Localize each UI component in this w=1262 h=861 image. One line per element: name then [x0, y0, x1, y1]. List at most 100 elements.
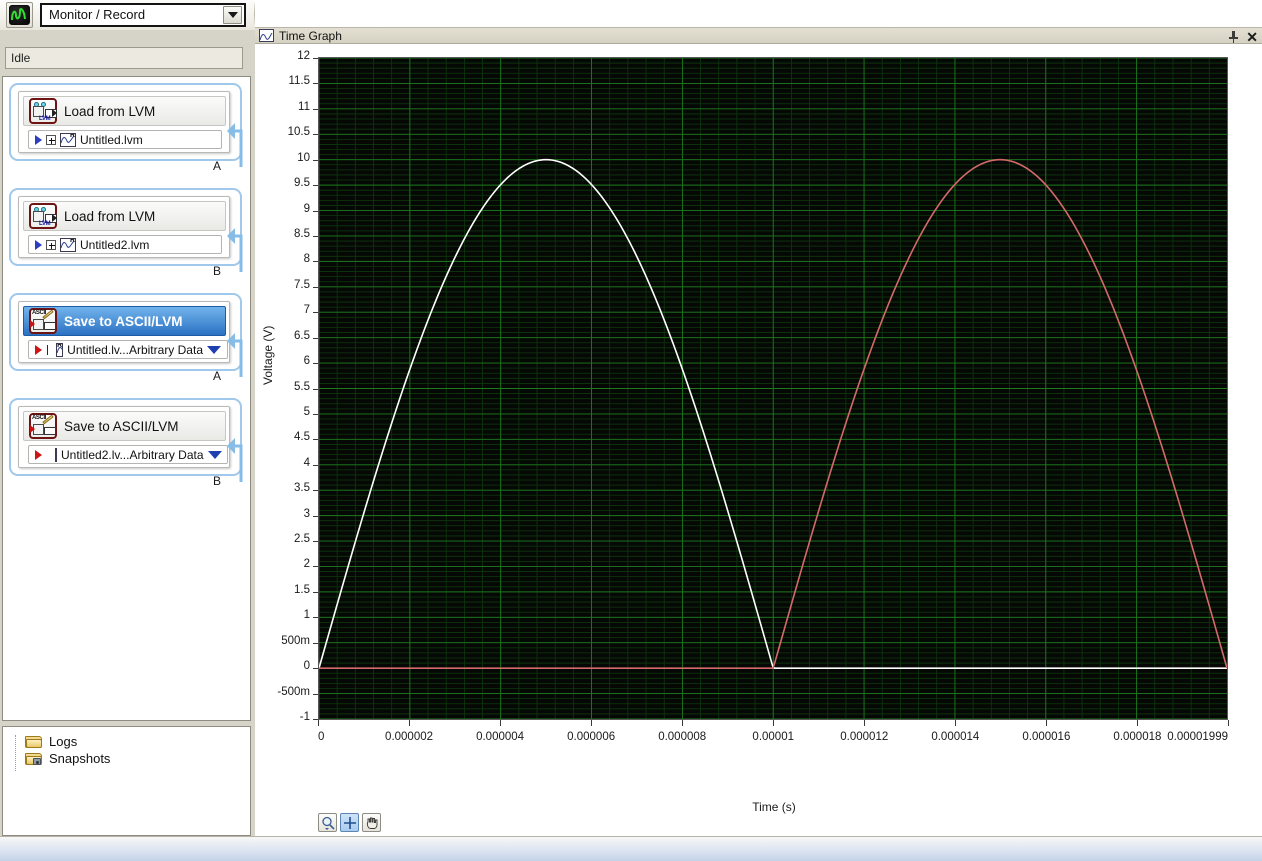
load-lvm-icon: LVM	[29, 98, 57, 124]
step-header[interactable]: LVM Load from LVM	[23, 201, 226, 231]
x-axis-label: Time (s)	[752, 800, 796, 814]
step-connector-arrow-icon	[221, 216, 243, 274]
plot-canvas	[319, 58, 1227, 719]
magnifier-icon[interactable]	[318, 813, 337, 832]
y-axis-tick-label: -500m	[277, 685, 310, 698]
step-connector-arrow-icon	[221, 321, 243, 379]
y-axis: Voltage (V) 12 11.5 11 10.5 10 9.5 9 8.5 8 7.5 7 6.…	[255, 0, 318, 723]
y-axis-tick-label: 9.5	[294, 177, 310, 190]
step-connector-arrow-icon	[221, 111, 243, 169]
pin-icon[interactable]	[1229, 30, 1239, 43]
step-data-row[interactable]: R Untitled.lv...Arbitrary Data	[28, 340, 228, 359]
step-card[interactable]: ASCII Save to ASCII/LVM	[18, 301, 230, 363]
graph-window-titlebar: Time Graph ✕	[255, 27, 1262, 44]
play-arrow-red-icon[interactable]	[35, 344, 42, 355]
step-connector-label: B	[212, 264, 221, 278]
step-data-row[interactable]: R Untitled2.lvm	[28, 235, 222, 254]
folder-camera-icon	[25, 752, 43, 766]
step-header[interactable]: LVM Load from LVM	[23, 96, 226, 126]
step-data-label: Untitled.lvm	[80, 132, 143, 147]
x-axis-tick-mark	[409, 720, 411, 726]
y-axis-tick-label: 3	[303, 507, 310, 520]
y-axis-tick-label: 11.5	[288, 75, 310, 88]
chevron-down-icon[interactable]	[207, 345, 221, 354]
y-axis-tick-label: -1	[299, 711, 310, 723]
y-axis-tick-label: 1	[303, 609, 310, 622]
step-data-label: Untitled2.lvm	[80, 237, 150, 252]
app-logo-button[interactable]	[6, 2, 33, 28]
step-data-row[interactable]: R Untitled2.lv...Arbitrary Data	[28, 445, 228, 464]
y-axis-tick-label: 8.5	[294, 227, 310, 240]
chevron-down-icon[interactable]	[223, 6, 242, 24]
x-axis-tick-mark	[1046, 720, 1048, 726]
step-data-row[interactable]: R Untitled.lvm	[28, 130, 222, 149]
step-title: Load from LVM	[64, 208, 156, 224]
x-axis: 0 0.000002 0.000004 0.000006 0.000008 0.00001…	[318, 720, 1230, 760]
step-item[interactable]: ASCII Save to ASCII/LVM	[9, 293, 245, 383]
waveform-logo-icon	[9, 5, 30, 25]
x-axis-tick-label: 0.000006	[567, 731, 616, 743]
load-lvm-icon: LVM	[29, 203, 57, 229]
status-bar: Idle	[5, 47, 243, 69]
x-axis-tick-label: 0.000012	[840, 731, 889, 743]
step-connector-label: A	[212, 159, 221, 173]
y-axis-tick-label: 4.5	[294, 431, 310, 444]
waveform-data-icon: R	[55, 342, 64, 357]
x-axis-tick-mark	[318, 720, 319, 726]
folder-icon	[25, 735, 43, 749]
y-axis-tick-label: 9	[303, 202, 310, 215]
y-axis-tick-label: 6	[303, 355, 310, 368]
y-axis-tick-label: 5.5	[294, 380, 310, 393]
bottom-status-strip	[0, 836, 1262, 861]
step-header[interactable]: ASCII Save to ASCII/LVM	[23, 411, 226, 441]
expand-plus-icon[interactable]	[46, 134, 56, 145]
play-arrow-icon[interactable]	[35, 134, 42, 145]
x-axis-tick-label: 0.000004	[476, 731, 525, 743]
x-axis-tick-label: 0.00001	[752, 731, 795, 743]
step-connector-label: A	[212, 369, 221, 383]
x-axis-tick-mark	[591, 720, 593, 726]
step-card[interactable]: ASCII Save to ASCII/LVM	[18, 406, 230, 468]
expand-plus-icon[interactable]	[46, 239, 56, 250]
y-axis-tick-label: 2	[303, 558, 310, 571]
mode-selector[interactable]: Monitor / Record	[40, 3, 246, 27]
waveform-data-icon: R	[60, 132, 76, 147]
play-bar-icon	[47, 344, 48, 355]
play-arrow-icon[interactable]	[35, 239, 42, 250]
step-card[interactable]: LVM Load from LVM R Untitled2.lvm	[18, 196, 230, 258]
plot-area[interactable]	[318, 57, 1228, 720]
x-axis-tick-label: 0.000014	[931, 731, 980, 743]
mode-selector-value: Monitor / Record	[49, 7, 146, 22]
crosshair-icon[interactable]	[340, 813, 359, 832]
x-axis-tick-mark	[955, 720, 957, 726]
step-connector-arrow-icon	[221, 426, 243, 484]
y-axis-tick-label: 7.5	[294, 278, 310, 291]
save-ascii-lvm-icon: ASCII	[29, 413, 57, 439]
x-axis-tick-label: 0.000016	[1022, 731, 1071, 743]
step-item[interactable]: ASCII Save to ASCII/LVM	[9, 398, 245, 488]
step-data-label: Untitled2.lv...Arbitrary Data	[61, 447, 204, 462]
x-axis-tick-mark	[773, 720, 775, 726]
y-axis-tick-label: 5	[303, 405, 310, 418]
chevron-down-icon[interactable]	[207, 450, 222, 459]
hand-icon[interactable]	[362, 813, 381, 832]
y-axis-tick-label: 3.5	[294, 482, 310, 495]
tree-item-logs[interactable]: Logs	[3, 733, 250, 750]
step-card[interactable]: LVM Load from LVM R Untitled.lvm	[18, 91, 230, 153]
y-axis-tick-label: 500m	[281, 634, 310, 647]
play-arrow-red-icon[interactable]	[35, 449, 42, 460]
y-axis-tick-label: 8	[303, 253, 310, 266]
step-item[interactable]: LVM Load from LVM R Untitled2.lvm B	[9, 188, 245, 278]
x-axis-tick-mark	[864, 720, 866, 726]
x-axis-tick-mark	[1228, 720, 1229, 726]
step-header[interactable]: ASCII Save to ASCII/LVM	[23, 306, 226, 336]
step-title: Load from LVM	[64, 103, 156, 119]
x-axis-tick-label: 0.000008	[658, 731, 707, 743]
logs-snapshots-tree: Logs Snapshots	[2, 726, 251, 836]
step-title: Save to ASCII/LVM	[64, 313, 183, 329]
plot-tool-palette	[318, 813, 381, 832]
close-icon[interactable]: ✕	[1246, 30, 1258, 44]
step-connector-label: B	[212, 474, 221, 488]
step-item[interactable]: LVM Load from LVM R Untitled.lvm A	[9, 83, 245, 173]
tree-item-snapshots[interactable]: Snapshots	[3, 750, 250, 767]
